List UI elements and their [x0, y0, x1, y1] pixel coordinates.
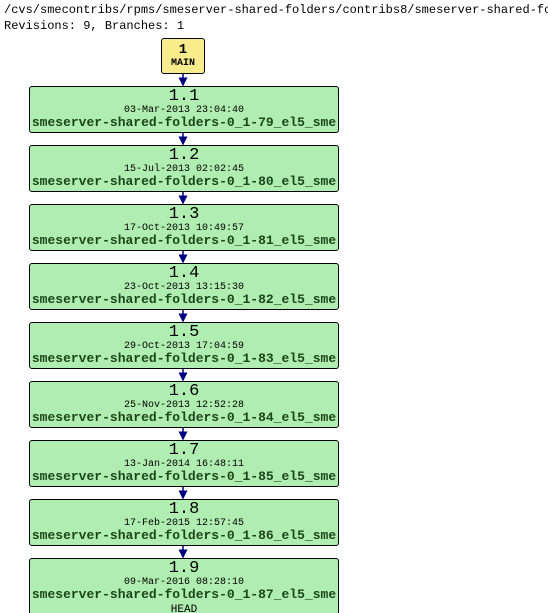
header-text: /cvs/smecontribs/rpms/smeserver-shared-f… [4, 2, 548, 34]
revision-node[interactable]: 1.1 03-Mar-2013 23:04:40 smeserver-share… [29, 86, 339, 133]
revision-node[interactable]: 1.7 13-Jan-2014 16:48:11 smeserver-share… [29, 440, 339, 487]
revision-tag: smeserver-shared-folders-0_1-83_el5_sme [32, 352, 336, 367]
branch-root[interactable]: 1 MAIN [161, 38, 205, 74]
revision-node[interactable]: 1.5 29-Oct-2013 17:04:59 smeserver-share… [29, 322, 339, 369]
page: /cvs/smecontribs/rpms/smeserver-shared-f… [0, 0, 548, 613]
revision-number: 1.4 [169, 265, 200, 282]
head-label: HEAD [171, 604, 197, 613]
revision-number: 1.7 [169, 442, 200, 459]
repo-path: /cvs/smecontribs/rpms/smeserver-shared-f… [4, 2, 548, 18]
revision-tag: smeserver-shared-folders-0_1-87_el5_sme [32, 588, 336, 603]
revision-tag: smeserver-shared-folders-0_1-81_el5_sme [32, 234, 336, 249]
revision-number: 1.2 [169, 147, 200, 164]
revision-tag: smeserver-shared-folders-0_1-79_el5_sme [32, 116, 336, 131]
revision-number: 1.6 [169, 383, 200, 400]
revision-tag: smeserver-shared-folders-0_1-84_el5_sme [32, 411, 336, 426]
revision-number: 1.8 [169, 501, 200, 518]
revision-node[interactable]: 1.8 17-Feb-2015 12:57:45 smeserver-share… [29, 499, 339, 546]
root-branch-label: MAIN [171, 58, 195, 70]
revision-node[interactable]: 1.2 15-Jul-2013 02:02:45 smeserver-share… [29, 145, 339, 192]
revision-node[interactable]: 1.4 23-Oct-2013 13:15:30 smeserver-share… [29, 263, 339, 310]
revision-node[interactable]: 1.6 25-Nov-2013 12:52:28 smeserver-share… [29, 381, 339, 428]
revision-number: 1.1 [169, 88, 200, 105]
revision-number: 1.3 [169, 206, 200, 223]
revision-node[interactable]: 1.9 09-Mar-2016 08:28:10 smeserver-share… [29, 558, 339, 613]
revision-number: 1.5 [169, 324, 200, 341]
root-version: 1 [179, 42, 187, 58]
revisions-meta: Revisions: 9, Branches: 1 [4, 18, 548, 34]
revision-number: 1.9 [169, 560, 200, 577]
revision-tag: smeserver-shared-folders-0_1-80_el5_sme [32, 175, 336, 190]
revision-tag: smeserver-shared-folders-0_1-85_el5_sme [32, 470, 336, 485]
revision-tag: smeserver-shared-folders-0_1-82_el5_sme [32, 293, 336, 308]
revision-tag: smeserver-shared-folders-0_1-86_el5_sme [32, 529, 336, 544]
revision-node[interactable]: 1.3 17-Oct-2013 10:49:57 smeserver-share… [29, 204, 339, 251]
